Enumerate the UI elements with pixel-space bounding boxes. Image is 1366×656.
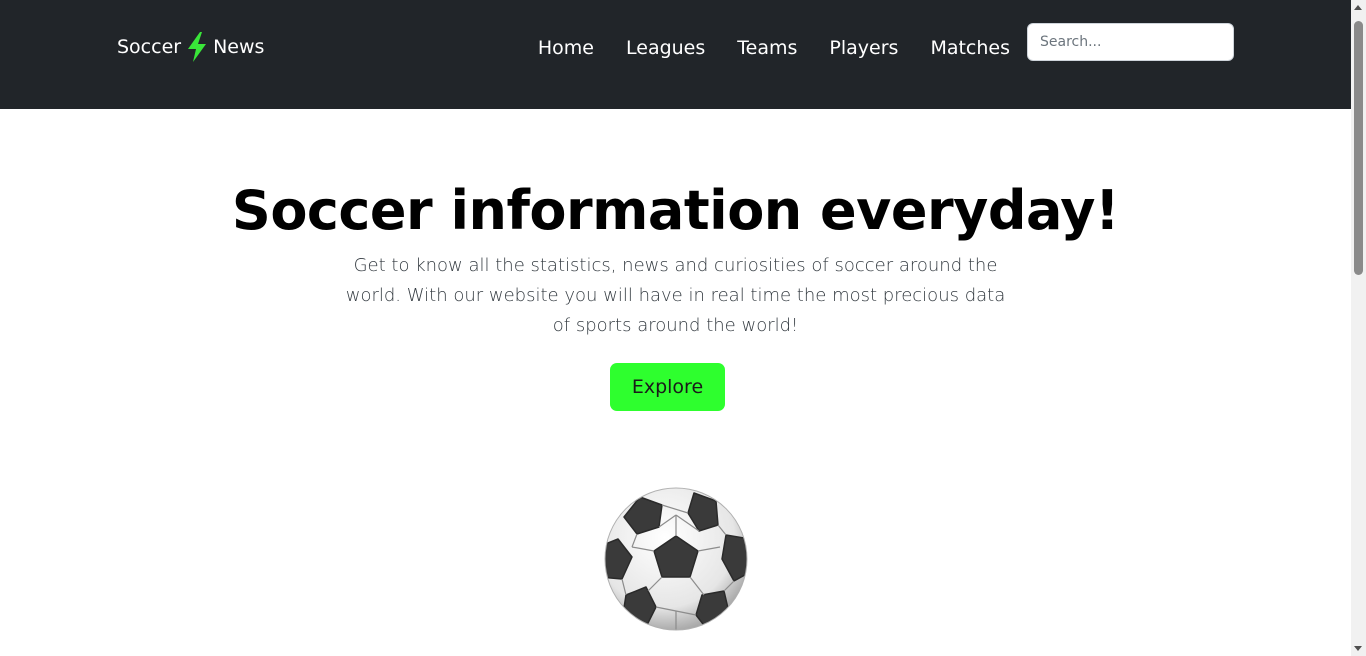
soccer-ball-icon bbox=[604, 487, 748, 631]
nav-link-players[interactable]: Players bbox=[829, 37, 898, 59]
scrollbar-thumb[interactable] bbox=[1354, 21, 1363, 275]
nav-item-matches: Matches bbox=[930, 34, 1010, 62]
nav-link-leagues[interactable]: Leagues bbox=[626, 37, 705, 59]
brand-text-soccer: Soccer bbox=[117, 36, 182, 58]
lightning-bolt-icon bbox=[188, 32, 207, 62]
scroll-down-arrow-icon[interactable] bbox=[1354, 646, 1362, 651]
nav-link-matches[interactable]: Matches bbox=[930, 37, 1010, 59]
search-input[interactable] bbox=[1027, 23, 1234, 61]
hero-description: Get to know all the statistics, news and… bbox=[345, 255, 1006, 336]
vertical-scrollbar[interactable] bbox=[1351, 0, 1366, 656]
nav-link-teams[interactable]: Teams bbox=[737, 37, 797, 59]
nav-item-players: Players bbox=[829, 34, 898, 62]
scroll-up-arrow-icon[interactable] bbox=[1354, 5, 1362, 10]
nav-item-teams: Teams bbox=[737, 34, 797, 62]
brand-text-news: News bbox=[213, 36, 265, 58]
nav-item-leagues: Leagues bbox=[626, 34, 705, 62]
nav-links: Home Leagues Teams Players Matches bbox=[538, 34, 1010, 62]
brand-logo[interactable]: Soccer News bbox=[117, 31, 264, 63]
page: Soccer News Home Leagues Teams Players M… bbox=[0, 0, 1351, 656]
navbar: Soccer News Home Leagues Teams Players M… bbox=[0, 0, 1351, 109]
nav-item-home: Home bbox=[538, 34, 594, 62]
nav-link-home[interactable]: Home bbox=[538, 37, 594, 59]
explore-button[interactable]: Explore bbox=[610, 363, 725, 411]
hero-title: Soccer information everyday! bbox=[231, 179, 1120, 242]
